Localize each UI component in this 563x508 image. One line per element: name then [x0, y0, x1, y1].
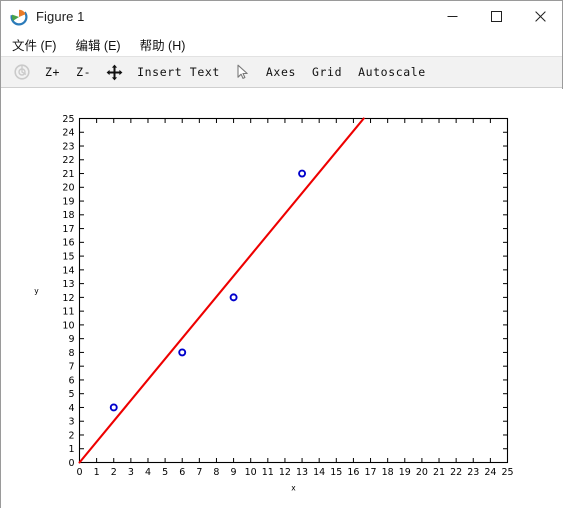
- x-tick-label: 25: [501, 467, 513, 478]
- pointer-arrow-icon: [237, 64, 248, 79]
- x-axis-label: x: [291, 484, 296, 493]
- figure-window: Figure 1 文件 (F) 编辑 (E) 帮助 (H) Z+ Z- Inse…: [0, 0, 563, 508]
- minimize-button[interactable]: [430, 1, 474, 32]
- x-tick-label: 8: [213, 467, 219, 478]
- y-tick-label: 19: [62, 196, 74, 207]
- x-tick-label: 22: [450, 467, 462, 478]
- zoom-out-button[interactable]: Z-: [70, 60, 97, 84]
- y-tick-label: 15: [62, 252, 74, 263]
- y-tick-label: 5: [68, 389, 74, 400]
- y-tick-label: 4: [68, 403, 74, 414]
- x-tick-label: 1: [94, 467, 100, 478]
- x-tick-label: 2: [111, 467, 117, 478]
- x-tick-label: 14: [313, 467, 325, 478]
- x-tick-label: 19: [399, 467, 411, 478]
- y-tick-label: 11: [62, 307, 74, 318]
- y-tick-label: 2: [68, 430, 74, 441]
- x-tick-label: 12: [279, 467, 291, 478]
- x-tick-label: 0: [76, 467, 82, 478]
- window-controls: [430, 1, 562, 32]
- maximize-button[interactable]: [474, 1, 518, 32]
- x-tick-label: 21: [433, 467, 445, 478]
- maximize-icon: [490, 11, 502, 22]
- x-tick-label: 13: [296, 467, 308, 478]
- y-tick-label: 25: [62, 114, 74, 125]
- plot-background: [1, 89, 563, 508]
- pointer-button[interactable]: [230, 60, 256, 84]
- x-tick-label: 18: [382, 467, 394, 478]
- y-tick-label: 1: [68, 444, 74, 455]
- x-tick-label: 6: [179, 467, 185, 478]
- y-axis-label: y: [34, 287, 39, 296]
- y-tick-label: 12: [62, 293, 74, 304]
- y-tick-label: 24: [62, 128, 74, 139]
- title-bar: Figure 1: [1, 1, 562, 32]
- axes-button[interactable]: Axes: [260, 60, 302, 84]
- close-icon: [534, 11, 546, 22]
- y-tick-label: 10: [62, 320, 74, 331]
- pan-button[interactable]: [101, 60, 127, 84]
- y-tick-label: 6: [68, 375, 74, 386]
- x-tick-label: 23: [467, 467, 479, 478]
- y-tick-label: 7: [68, 362, 74, 373]
- x-tick-label: 11: [262, 467, 274, 478]
- y-tick-label: 9: [68, 334, 74, 345]
- toolbar: Z+ Z- Insert Text Axes Grid Autoscale: [1, 56, 562, 88]
- menu-edit[interactable]: 编辑 (E): [67, 33, 128, 56]
- y-tick-label: 14: [62, 265, 74, 276]
- window-title: Figure 1: [36, 9, 85, 24]
- reset-view-icon: [14, 64, 30, 80]
- x-tick-label: 3: [128, 467, 134, 478]
- plot-canvas[interactable]: 0 1 2 3 4 5 6 7 8 9 10 11 12 13 14 15 16 17 18 19 20 21 22 23 24…: [1, 89, 563, 508]
- x-tick-label: 20: [416, 467, 428, 478]
- menu-help[interactable]: 帮助 (H): [132, 33, 194, 56]
- y-tick-label: 21: [62, 169, 74, 180]
- y-tick-label: 18: [62, 210, 74, 221]
- grid-button[interactable]: Grid: [306, 60, 348, 84]
- y-tick-label: 23: [62, 141, 74, 152]
- x-tick-label: 5: [162, 467, 168, 478]
- x-tick-label: 10: [245, 467, 257, 478]
- insert-text-button[interactable]: Insert Text: [131, 60, 226, 84]
- x-tick-label: 24: [484, 467, 496, 478]
- x-tick-label: 7: [196, 467, 202, 478]
- zoom-in-button[interactable]: Z+: [39, 60, 66, 84]
- plot-svg: 0 1 2 3 4 5 6 7 8 9 10 11 12 13 14 15 16 17 18 19 20 21 22 23 24…: [1, 89, 563, 508]
- x-tick-label: 17: [364, 467, 376, 478]
- y-tick-label: 13: [62, 279, 74, 290]
- menu-file[interactable]: 文件 (F): [4, 33, 64, 56]
- close-button[interactable]: [518, 1, 562, 32]
- matplotlib-logo-icon: [10, 7, 28, 26]
- y-tick-label: 20: [62, 183, 74, 194]
- y-tick-label: 17: [62, 224, 74, 235]
- autoscale-button[interactable]: Autoscale: [352, 60, 432, 84]
- y-tick-label: 3: [68, 417, 74, 428]
- x-tick-label: 9: [231, 467, 237, 478]
- reset-view-button[interactable]: [9, 60, 35, 84]
- x-tick-label: 16: [347, 467, 359, 478]
- x-tick-label: 15: [330, 467, 342, 478]
- y-tick-label: 16: [62, 238, 74, 249]
- x-tick-label: 4: [145, 467, 151, 478]
- minimize-icon: [447, 16, 457, 17]
- menu-bar: 文件 (F) 编辑 (E) 帮助 (H): [1, 32, 562, 56]
- pan-move-icon: [106, 64, 123, 80]
- y-tick-label: 22: [62, 155, 74, 166]
- y-tick-label: 8: [68, 348, 74, 359]
- y-tick-label: 0: [68, 458, 74, 469]
